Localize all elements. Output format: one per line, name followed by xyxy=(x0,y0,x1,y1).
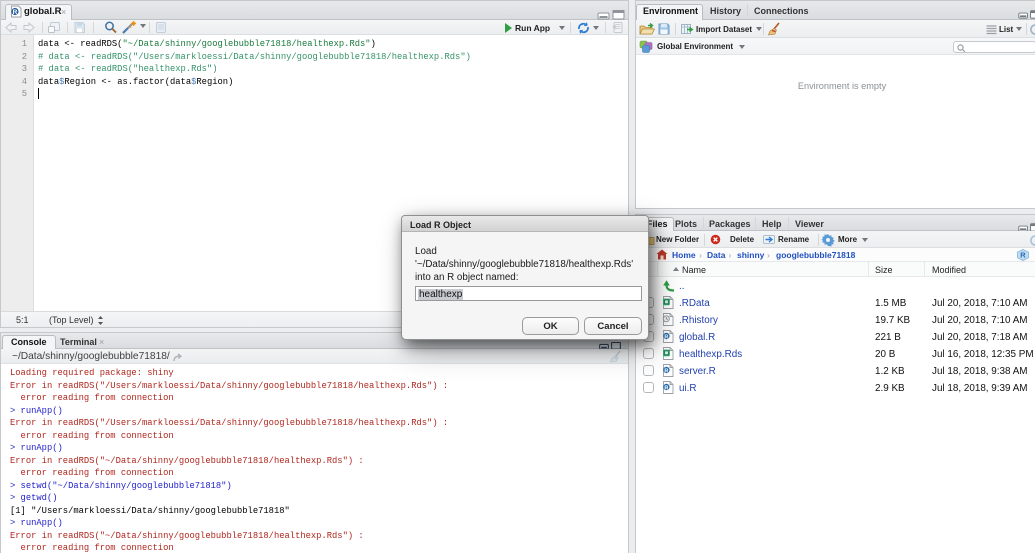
svg-text:R: R xyxy=(1020,250,1026,259)
svg-text:R: R xyxy=(664,334,668,340)
svg-text:R: R xyxy=(664,368,668,374)
svg-text:R: R xyxy=(664,385,668,391)
svg-text:R: R xyxy=(13,9,18,16)
